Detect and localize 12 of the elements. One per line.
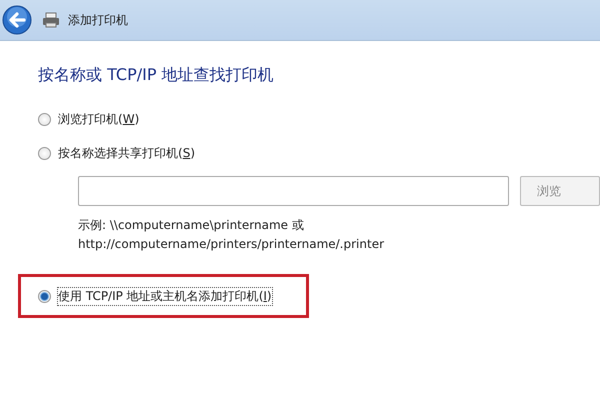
radio-button[interactable] [38, 112, 51, 126]
option-label[interactable]: 按名称选择共享打印机(S) [57, 144, 196, 162]
printer-name-field[interactable] [78, 176, 509, 206]
radio-button[interactable] [38, 290, 51, 302]
window-title: 添加打印机 [68, 12, 128, 28]
option-label[interactable]: 浏览打印机(W) [57, 110, 140, 128]
page-heading: 按名称或 TCP/IP 地址查找打印机 [38, 65, 275, 86]
example-text: http://computername/printers/printername/.printer [78, 236, 386, 253]
printer-icon [42, 12, 60, 28]
radio-button[interactable] [38, 146, 51, 160]
example-text: 示例: \\computername\printername 或 [78, 217, 305, 234]
option-label[interactable]: 使用 TCP/IP 地址或主机名添加打印机(I) [57, 286, 273, 306]
